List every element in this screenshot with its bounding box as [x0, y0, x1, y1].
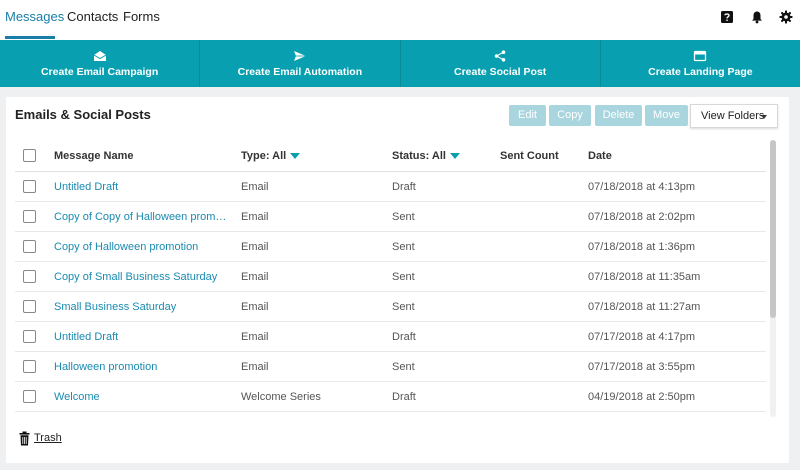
header-sent-count[interactable]: Sent Count — [500, 140, 559, 172]
tab-contacts[interactable]: Contacts — [67, 9, 118, 24]
header-date[interactable]: Date — [588, 140, 612, 172]
message-status: Sent — [392, 361, 415, 373]
view-folders-dropdown[interactable]: View Folders — [690, 104, 778, 128]
message-type: Email — [241, 271, 269, 283]
message-name-link[interactable]: Copy of Halloween promotion — [54, 232, 230, 262]
edit-button[interactable]: Edit — [509, 105, 546, 126]
table-row: Small Business Saturday Email Sent 07/18… — [15, 292, 766, 322]
message-name-link[interactable]: Untitled Draft — [54, 172, 230, 202]
message-date: 07/18/2018 at 11:35am — [588, 271, 701, 283]
caret-down-icon — [761, 115, 767, 119]
filter-icon[interactable] — [450, 153, 460, 159]
create-landing-page-label: Create Landing Page — [648, 66, 753, 78]
trash-label: Trash — [34, 432, 62, 444]
filter-icon[interactable] — [290, 153, 301, 159]
message-name-link[interactable]: Small Business Saturday — [54, 292, 230, 322]
copy-button[interactable]: Copy — [549, 105, 591, 126]
table-row: Copy of Copy of Halloween promot… Email … — [15, 202, 766, 232]
create-social-post-label: Create Social Post — [454, 66, 547, 78]
message-status: Draft — [392, 331, 416, 343]
create-email-campaign-label: Create Email Campaign — [40, 66, 159, 78]
table-row: Untitled Draft Email Draft 07/18/2018 at… — [15, 172, 766, 202]
message-status: Draft — [392, 181, 416, 193]
message-type: Email — [241, 241, 269, 253]
table-scrollbar[interactable] — [770, 140, 776, 417]
message-type: Email — [241, 331, 269, 343]
panel-title: Emails & Social Posts — [15, 107, 151, 122]
message-date: 07/18/2018 at 1:36pm — [588, 241, 696, 253]
row-checkbox[interactable] — [23, 240, 36, 253]
row-checkbox[interactable] — [23, 330, 36, 343]
create-email-campaign-button[interactable]: Create Email Campaign — [0, 40, 201, 87]
message-date: 07/18/2018 at 11:27am — [588, 301, 701, 313]
table-row: Untitled Draft Email Draft 07/17/2018 at… — [15, 322, 766, 352]
create-landing-page-button[interactable]: Create Landing Page — [601, 40, 800, 87]
move-button[interactable]: Move — [645, 105, 688, 126]
scrollbar-thumb[interactable] — [770, 140, 776, 318]
message-status: Draft — [392, 391, 416, 403]
create-action-bar: Create Email Campaign Create Email Autom… — [0, 40, 800, 87]
active-tab-indicator — [5, 36, 55, 39]
message-name-link[interactable]: Welcome — [54, 382, 230, 412]
header-type: Type: All — [241, 140, 301, 172]
tab-forms[interactable]: Forms — [123, 9, 160, 24]
paper-plane-icon — [293, 51, 306, 61]
gear-icon[interactable] — [779, 10, 793, 24]
message-type: Email — [241, 181, 269, 193]
message-type: Email — [241, 211, 269, 223]
message-date: 07/18/2018 at 2:02pm — [588, 211, 696, 223]
message-name-link[interactable]: Copy of Small Business Saturday — [54, 262, 230, 292]
top-navigation: Messages Contacts Forms — [0, 0, 800, 40]
bell-icon[interactable] — [750, 10, 764, 24]
row-checkbox[interactable] — [23, 300, 36, 313]
header-status-label: Status: All — [392, 150, 446, 162]
trash-icon — [19, 431, 30, 446]
table-row: Copy of Halloween promotion Email Sent 0… — [15, 232, 766, 262]
header-message-name[interactable]: Message Name — [54, 140, 134, 172]
message-status: Sent — [392, 241, 415, 253]
message-status: Sent — [392, 211, 415, 223]
row-checkbox[interactable] — [23, 210, 36, 223]
message-name-link[interactable]: Untitled Draft — [54, 322, 230, 352]
row-checkbox[interactable] — [23, 360, 36, 373]
table-row: Copy of Small Business Saturday Email Se… — [15, 262, 766, 292]
help-icon[interactable] — [720, 10, 734, 24]
table-row: Welcome Welcome Series Draft 04/19/2018 … — [15, 382, 766, 412]
create-email-automation-label: Create Email Automation — [237, 66, 363, 78]
message-date: 04/19/2018 at 2:50pm — [588, 391, 696, 403]
table-row: Halloween promotion Email Sent 07/17/201… — [15, 352, 766, 382]
view-folders-label: View Folders — [701, 110, 765, 122]
message-date: 07/17/2018 at 3:55pm — [588, 361, 696, 373]
message-status: Sent — [392, 301, 415, 313]
message-type: Welcome Series — [241, 391, 321, 403]
message-name-link[interactable]: Halloween promotion — [54, 352, 230, 382]
share-icon — [494, 50, 506, 62]
table-header: Message Name Type: All Status: All Sent … — [15, 140, 766, 172]
message-type: Email — [241, 361, 269, 373]
row-checkbox[interactable] — [23, 390, 36, 403]
messages-table: Message Name Type: All Status: All Sent … — [15, 140, 766, 417]
message-type: Email — [241, 301, 269, 313]
message-date: 07/18/2018 at 4:13pm — [588, 181, 696, 193]
select-all-checkbox[interactable] — [23, 149, 36, 162]
create-social-post-button[interactable]: Create Social Post — [401, 40, 601, 87]
header-type-label: Type: All — [241, 150, 287, 162]
message-status: Sent — [392, 271, 415, 283]
header-status: Status: All — [392, 140, 460, 172]
message-name-link[interactable]: Copy of Copy of Halloween promot… — [54, 202, 230, 232]
delete-button[interactable]: Delete — [595, 105, 642, 126]
messages-panel: Emails & Social Posts Edit Copy Delete M… — [6, 97, 789, 463]
create-email-automation-button[interactable]: Create Email Automation — [200, 40, 401, 87]
envelope-open-icon — [93, 51, 106, 61]
browser-window-icon — [694, 50, 707, 62]
message-date: 07/17/2018 at 4:17pm — [588, 331, 696, 343]
tab-messages[interactable]: Messages — [5, 9, 64, 24]
row-checkbox[interactable] — [23, 270, 36, 283]
row-checkbox[interactable] — [23, 180, 36, 193]
